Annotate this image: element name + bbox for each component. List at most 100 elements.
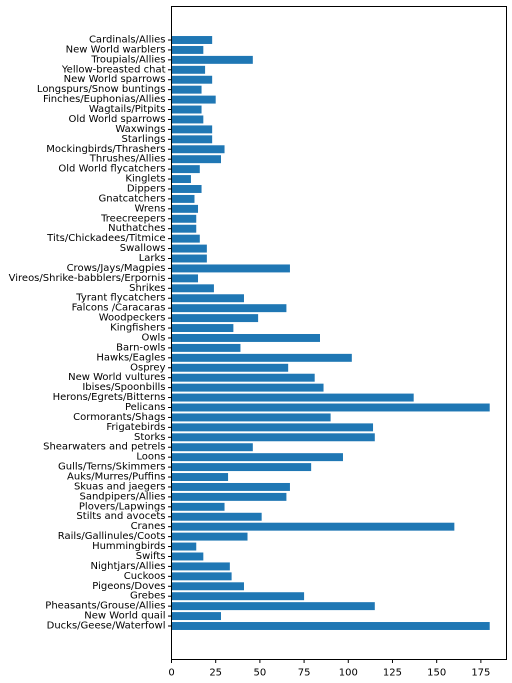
bar: [171, 214, 197, 223]
y-tick-label: Old World sparrows: [68, 114, 165, 125]
y-tick-label: Rails/Gallinules/Coots: [58, 531, 166, 542]
bar: [171, 413, 331, 422]
y-tick-label: New World vultures: [68, 372, 165, 383]
y-tick-label: Barn-owls: [116, 342, 165, 353]
y-tick-label: Falcons /Caracaras: [72, 303, 166, 314]
bar: [171, 175, 191, 184]
bar: [171, 453, 343, 462]
bar: [171, 75, 213, 84]
bar: [171, 512, 262, 521]
y-tick-label: Tits/Chickadees/Titmice: [46, 233, 165, 244]
y-tick-label: Mockingbirds/Thrashers: [46, 144, 165, 155]
y-tick-label: Gulls/Terns/Skimmers: [58, 462, 166, 473]
y-tick-label: Treecreepers: [100, 213, 165, 224]
bar: [171, 194, 195, 203]
bar: [171, 333, 320, 342]
x-tick-label: 175: [471, 668, 490, 679]
y-tick-label: Vireos/Shrike-babblers/Erpornis: [9, 273, 166, 284]
y-tick-label: Osprey: [130, 362, 165, 373]
y-tick-label: Skuas and jaegers: [74, 481, 166, 492]
y-tick-label: Wagtails/Pitpits: [89, 104, 166, 115]
y-tick-label: Plovers/Lapwings: [79, 501, 166, 512]
bar: [171, 492, 287, 501]
bar: [171, 582, 244, 591]
y-tick-label: Pheasants/Grouse/Allies: [45, 601, 165, 612]
y-tick-label: Stilts and avocets: [76, 511, 165, 522]
bar: [171, 224, 197, 233]
bar: [171, 353, 352, 362]
y-tick-label: Auks/Murres/Puffins: [67, 472, 165, 483]
bar: [171, 383, 324, 392]
bar: [171, 95, 216, 104]
y-tick-label: Grebes: [130, 591, 166, 602]
bar: [171, 234, 200, 243]
bar: [171, 145, 225, 154]
bar: [171, 185, 202, 193]
y-tick-label: Frigatebirds: [106, 422, 165, 433]
y-tick-label: Herons/Egrets/Bitterns: [53, 392, 166, 403]
y-tick-label: Pigeons/Doves: [92, 581, 165, 592]
bar: [171, 572, 232, 581]
horizontal-bar-chart: Ducks/Geese/WaterfowlNew World quailPhea…: [0, 0, 512, 683]
y-tick-label: Troupials/Allies: [90, 54, 165, 65]
y-tick-label: Finches/Euphonias/Allies: [43, 94, 166, 105]
y-tick-label: Storks: [134, 432, 166, 443]
bar: [171, 542, 197, 551]
y-tick-label: Old World flycatchers: [58, 164, 165, 175]
bar: [171, 115, 204, 124]
y-tick-label: Yellow-breasted chat: [61, 64, 166, 75]
y-tick-label: Woodpeckers: [99, 313, 166, 324]
bar: [171, 324, 234, 333]
y-tick-label: Kingfishers: [110, 323, 165, 334]
y-tick-label: New World quail: [84, 611, 165, 622]
y-tick-label: Waxwings: [115, 124, 165, 135]
y-tick-label: Thrushes/Allies: [89, 154, 166, 165]
bar: [171, 36, 213, 44]
bar: [171, 443, 253, 452]
bar: [171, 165, 200, 174]
x-tick-label: 100: [339, 668, 358, 679]
bar: [171, 363, 289, 372]
bar: [171, 304, 287, 313]
y-tick-label: Shrikes: [129, 283, 165, 294]
y-tick-label: Nuthatches: [108, 223, 165, 234]
bar: [171, 155, 221, 164]
y-tick-label: Shearwaters and petrels: [43, 442, 165, 453]
y-tick-label: Ibises/Spoonbills: [82, 382, 165, 393]
bar: [171, 274, 199, 283]
bar: [171, 264, 290, 273]
bar: [171, 65, 206, 74]
x-tick-label: 75: [298, 668, 311, 679]
y-tick-label: Tyrant flycatchers: [75, 293, 165, 304]
bar: [171, 602, 375, 611]
x-tick-label: 125: [383, 668, 402, 679]
y-tick-label: Wrens: [134, 203, 165, 214]
y-tick-label: Pelicans: [125, 402, 166, 413]
bar: [171, 562, 230, 571]
bar: [171, 55, 253, 64]
y-tick-label: Starlings: [122, 134, 166, 145]
bar: [171, 433, 375, 442]
y-tick-label: New World sparrows: [64, 74, 166, 85]
x-tick-label: 25: [209, 668, 222, 679]
bar: [171, 135, 213, 144]
y-tick-label: New World warblers: [66, 44, 166, 55]
y-tick-label: Hummingbirds: [92, 541, 165, 552]
y-tick-label: Swallows: [120, 243, 166, 254]
bar: [171, 244, 207, 253]
y-tick-label: Crows/Jays/Magpies: [67, 263, 166, 274]
y-tick-label: Cuckoos: [124, 571, 166, 582]
y-tick-label: Cardinals/Allies: [89, 35, 166, 46]
bar: [171, 284, 214, 293]
bar: [171, 105, 202, 114]
bar: [171, 125, 213, 134]
bar: [171, 343, 241, 352]
bar: [171, 314, 259, 323]
bar: [171, 612, 221, 621]
bar: [171, 473, 229, 481]
bar: [171, 254, 207, 263]
y-tick-label: Gnatcatchers: [99, 193, 166, 204]
bar: [171, 502, 225, 511]
bar: [171, 522, 455, 531]
x-tick-label: 50: [254, 668, 267, 679]
